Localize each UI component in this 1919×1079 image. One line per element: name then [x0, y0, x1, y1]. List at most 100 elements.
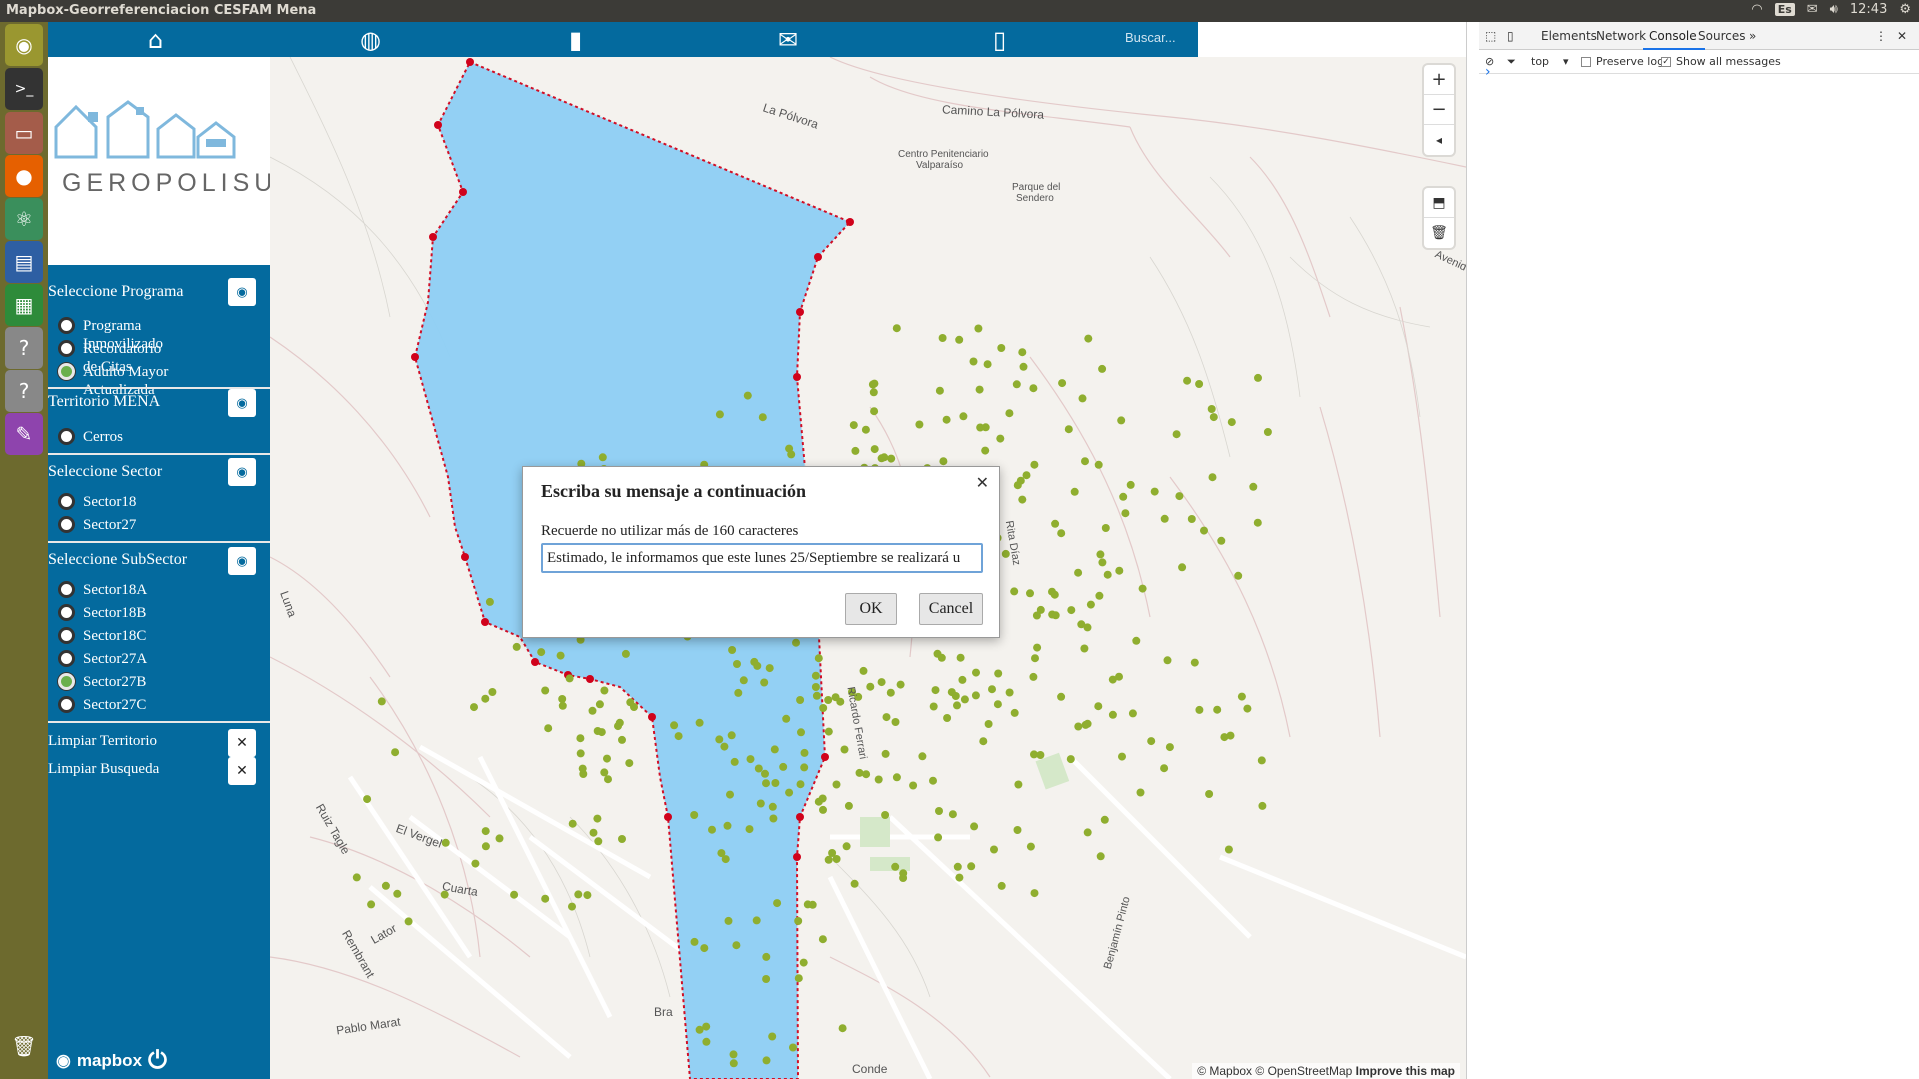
clock[interactable]: 12:43 [1850, 2, 1887, 17]
patient-point[interactable] [938, 334, 947, 342]
patient-point[interactable] [1013, 826, 1022, 834]
patient-point[interactable] [715, 410, 724, 419]
patient-point[interactable] [896, 680, 905, 689]
patient-point[interactable] [792, 638, 800, 647]
patient-point[interactable] [702, 1037, 711, 1046]
patient-point[interactable] [851, 446, 860, 455]
patient-point[interactable] [870, 445, 879, 454]
patient-point[interactable] [768, 802, 777, 811]
patient-point[interactable] [720, 742, 729, 751]
patient-point[interactable] [882, 713, 891, 722]
patient-point[interactable] [670, 721, 679, 730]
patient-point[interactable] [797, 728, 805, 737]
patient-point[interactable] [603, 754, 611, 763]
radio-sector27a[interactable]: Sector27A [58, 650, 178, 668]
wifi-icon[interactable]: ◠ [1751, 2, 1762, 17]
patient-point[interactable] [1064, 425, 1073, 434]
programa-eye-button[interactable]: ◉ [228, 278, 256, 306]
patient-point[interactable] [762, 1056, 771, 1065]
patient-point[interactable] [1083, 719, 1092, 728]
patient-point[interactable] [983, 360, 992, 369]
patient-point[interactable] [1175, 492, 1184, 501]
patient-point[interactable] [600, 768, 609, 777]
patient-point[interactable] [953, 862, 962, 871]
patient-point[interactable] [404, 917, 413, 926]
power-icon[interactable]: ⏻ [148, 1047, 167, 1075]
writer-icon[interactable]: ▤ [5, 241, 43, 283]
patient-point[interactable] [618, 735, 626, 744]
patient-point[interactable] [868, 380, 877, 389]
patient-point[interactable] [1115, 566, 1124, 575]
patient-point[interactable] [988, 685, 996, 694]
attribution-osm-link[interactable]: © OpenStreetMap [1255, 1064, 1352, 1078]
patient-point[interactable] [832, 855, 841, 863]
patient-point[interactable] [1150, 487, 1159, 496]
patient-point[interactable] [1005, 688, 1014, 697]
patient-point[interactable] [730, 757, 739, 766]
patient-point[interactable] [935, 386, 944, 395]
patient-point[interactable] [824, 855, 833, 864]
patient-point[interactable] [1018, 348, 1027, 357]
ok-button[interactable]: OK [845, 593, 897, 625]
patient-point[interactable] [909, 781, 918, 790]
patient-point[interactable] [724, 916, 733, 925]
patient-point[interactable] [794, 917, 803, 925]
patient-point[interactable] [768, 1032, 777, 1041]
patient-point[interactable] [600, 686, 609, 695]
patient-point[interactable] [702, 1022, 711, 1031]
patient-point[interactable] [391, 748, 400, 757]
patient-point[interactable] [541, 894, 550, 903]
patient-point[interactable] [1033, 643, 1042, 652]
patient-point[interactable] [558, 701, 567, 710]
patient-point[interactable] [576, 749, 585, 758]
patient-point[interactable] [1094, 460, 1103, 469]
settings-gear-icon[interactable]: ⚙ [1899, 2, 1911, 17]
patient-point[interactable] [393, 889, 402, 898]
patient-point[interactable] [1195, 380, 1204, 388]
patient-point[interactable] [1030, 460, 1039, 469]
radio-cerros[interactable]: Cerros [58, 428, 178, 446]
close-icon[interactable]: ✕ [976, 473, 989, 492]
patient-point[interactable] [794, 974, 803, 983]
patient-point[interactable] [485, 597, 494, 606]
zoom-out-button[interactable]: − [1424, 95, 1454, 125]
patient-point[interactable] [1048, 610, 1057, 619]
patient-point[interactable] [700, 944, 709, 953]
radio-sector27b[interactable]: Sector27B [58, 673, 178, 691]
patient-point[interactable] [715, 735, 724, 744]
patient-point[interactable] [1263, 428, 1272, 436]
patient-point[interactable] [1213, 705, 1222, 714]
unknown-app-icon[interactable]: ? [5, 327, 43, 369]
zoom-in-button[interactable]: + [1424, 65, 1454, 95]
patient-point[interactable] [1036, 751, 1045, 759]
patient-point[interactable] [1249, 482, 1258, 491]
patient-point[interactable] [789, 1043, 797, 1052]
patient-point[interactable] [1031, 654, 1039, 663]
patient-point[interactable] [850, 879, 859, 888]
patient-point[interactable] [1048, 587, 1056, 596]
patient-point[interactable] [1032, 611, 1041, 620]
show-all-messages-checkbox[interactable]: ✓ Show all messages [1661, 55, 1781, 68]
device-toolbar-icon[interactable]: ▯ [1507, 29, 1514, 43]
patient-point[interactable] [1094, 702, 1103, 711]
patient-point[interactable] [512, 642, 521, 651]
patient-point[interactable] [862, 770, 871, 779]
patient-point[interactable] [842, 842, 851, 851]
patient-point[interactable] [367, 900, 376, 909]
patient-point[interactable] [1067, 606, 1076, 615]
globe-icon[interactable]: ◍ [360, 26, 381, 54]
patient-point[interactable] [1012, 380, 1021, 389]
patient-point[interactable] [765, 664, 774, 673]
patient-point[interactable] [1022, 471, 1031, 480]
patient-point[interactable] [761, 769, 769, 778]
patient-point[interactable] [881, 749, 890, 758]
patient-point[interactable] [1224, 845, 1233, 854]
home-icon[interactable]: ⌂ [148, 26, 163, 54]
patient-point[interactable] [877, 454, 886, 463]
patient-point[interactable] [541, 686, 550, 695]
patient-point[interactable] [947, 688, 956, 697]
patient-point[interactable] [626, 698, 635, 707]
patient-point[interactable] [836, 697, 845, 706]
calc-icon[interactable]: ▦ [5, 284, 43, 326]
patient-point[interactable] [994, 669, 1003, 678]
